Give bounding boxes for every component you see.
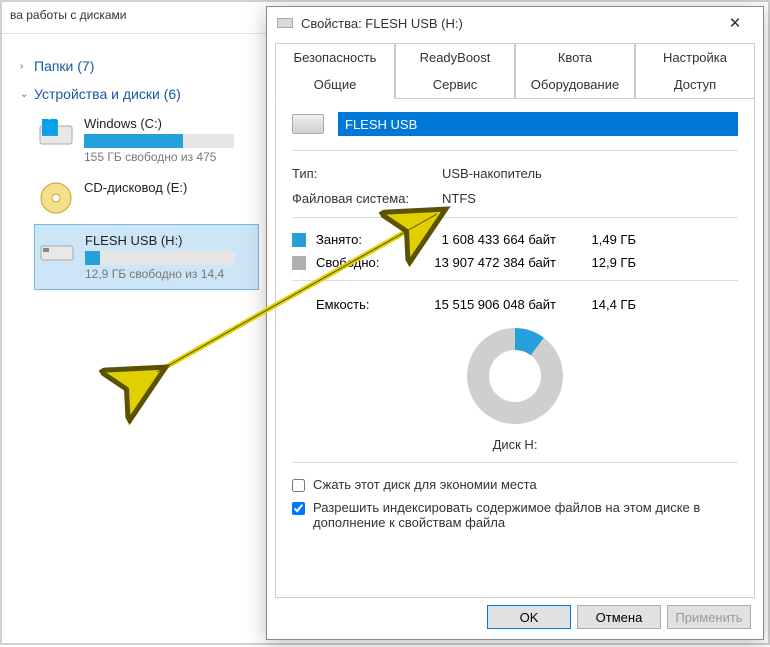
drive-name: Windows (C:) bbox=[84, 116, 255, 131]
ok-button[interactable]: OK bbox=[487, 605, 571, 629]
tab-content-general: Тип: USB-накопитель Файловая система: NT… bbox=[275, 98, 755, 598]
folders-count: (7) bbox=[77, 58, 94, 74]
capacity-bar bbox=[84, 134, 234, 148]
free-color-swatch bbox=[292, 256, 306, 270]
drive-name: CD-дисковод (E:) bbox=[84, 180, 255, 195]
tab-customize[interactable]: Настройка bbox=[635, 43, 755, 72]
chevron-right-icon: › bbox=[20, 61, 34, 72]
disk-usage-pie bbox=[467, 328, 563, 424]
tree-devices[interactable]: ⌄ Устройства и диски (6) bbox=[20, 80, 259, 108]
tab-security[interactable]: Безопасность bbox=[275, 43, 395, 72]
capacity-label: Емкость: bbox=[292, 297, 406, 312]
used-bytes: 1 608 433 664 байт bbox=[406, 232, 576, 247]
disk-icon bbox=[292, 114, 324, 134]
dialog-title: Свойства: FLESH USB (H:) bbox=[301, 16, 463, 31]
dialog-titlebar: Свойства: FLESH USB (H:) ✕ bbox=[267, 7, 763, 39]
toolbar-text: ва работы с дисками bbox=[10, 8, 127, 22]
explorer-panel: ва работы с дисками › Папки (7) ⌄ Устрой… bbox=[2, 2, 267, 642]
capacity-bytes: 15 515 906 048 байт bbox=[406, 297, 576, 312]
used-label: Занято: bbox=[316, 232, 406, 247]
close-button[interactable]: ✕ bbox=[713, 14, 757, 32]
capacity-bar bbox=[85, 251, 235, 265]
index-checkbox[interactable] bbox=[292, 502, 305, 515]
capacity-gb: 14,4 ГБ bbox=[576, 297, 636, 312]
tree-folders[interactable]: › Папки (7) bbox=[20, 52, 259, 80]
drive-free-text: 12,9 ГБ свободно из 14,4 bbox=[85, 267, 254, 281]
drive-cd-e[interactable]: CD-дисковод (E:) bbox=[34, 172, 259, 224]
tab-tools[interactable]: Сервис bbox=[395, 71, 515, 99]
properties-dialog: Свойства: FLESH USB (H:) ✕ Безопасность … bbox=[266, 6, 764, 640]
tabs-row-1: Безопасность ReadyBoost Квота Настройка bbox=[275, 43, 755, 71]
drive-name: FLESH USB (H:) bbox=[85, 233, 254, 248]
pie-label: Диск H: bbox=[292, 437, 738, 452]
index-label: Разрешить индексировать содержимое файло… bbox=[313, 500, 738, 530]
free-gb: 12,9 ГБ bbox=[576, 255, 636, 270]
type-label: Тип: bbox=[292, 166, 442, 181]
tab-quota[interactable]: Квота bbox=[515, 43, 635, 72]
used-color-swatch bbox=[292, 233, 306, 247]
free-label: Свободно: bbox=[316, 255, 406, 270]
tab-general[interactable]: Общие bbox=[275, 71, 395, 99]
tab-hardware[interactable]: Оборудование bbox=[515, 71, 635, 99]
compress-checkbox-row[interactable]: Сжать этот диск для экономии места bbox=[292, 473, 738, 496]
folders-label: Папки bbox=[34, 58, 73, 74]
toolbar: ва работы с дисками bbox=[2, 2, 267, 34]
devices-count: (6) bbox=[164, 86, 181, 102]
compress-checkbox[interactable] bbox=[292, 479, 305, 492]
cancel-button[interactable]: Отмена bbox=[577, 605, 661, 629]
type-value: USB-накопитель bbox=[442, 166, 738, 181]
apply-button[interactable]: Применить bbox=[667, 605, 751, 629]
chevron-down-icon: ⌄ bbox=[20, 89, 34, 100]
devices-label: Устройства и диски bbox=[34, 86, 160, 102]
compress-label: Сжать этот диск для экономии места bbox=[313, 477, 537, 492]
filesystem-label: Файловая система: bbox=[292, 191, 442, 206]
index-checkbox-row[interactable]: Разрешить индексировать содержимое файло… bbox=[292, 496, 738, 534]
filesystem-value: NTFS bbox=[442, 191, 738, 206]
drive-icon bbox=[277, 18, 293, 28]
usb-drive-icon bbox=[39, 233, 75, 269]
drive-windows-c[interactable]: Windows (C:) 155 ГБ свободно из 475 bbox=[34, 108, 259, 172]
used-gb: 1,49 ГБ bbox=[576, 232, 636, 247]
tab-sharing[interactable]: Доступ bbox=[635, 71, 755, 99]
tab-readyboost[interactable]: ReadyBoost bbox=[395, 43, 515, 72]
tabs-row-2: Общие Сервис Оборудование Доступ bbox=[275, 71, 755, 98]
free-bytes: 13 907 472 384 байт bbox=[406, 255, 576, 270]
drive-free-text: 155 ГБ свободно из 475 bbox=[84, 150, 255, 164]
drive-name-input[interactable] bbox=[338, 112, 738, 136]
nav-tree: › Папки (7) ⌄ Устройства и диски (6) Win… bbox=[2, 34, 267, 290]
drive-flesh-usb-h[interactable]: FLESH USB (H:) 12,9 ГБ свободно из 14,4 bbox=[34, 224, 259, 290]
cd-icon bbox=[38, 180, 74, 216]
hdd-icon bbox=[38, 116, 74, 152]
